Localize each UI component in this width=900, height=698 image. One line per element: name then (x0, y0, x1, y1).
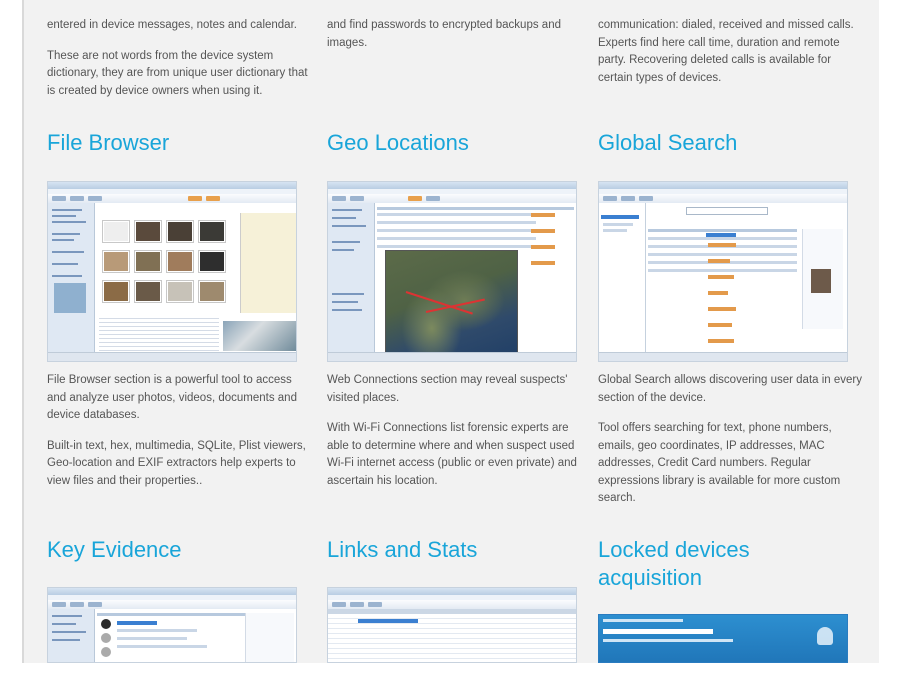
links-and-stats-screenshot[interactable] (327, 587, 577, 663)
global-search-description: Global Search allows discovering user da… (598, 372, 864, 508)
global-search-screenshot[interactable] (598, 181, 848, 362)
heading-key-evidence[interactable]: Key Evidence (47, 536, 182, 564)
geo-locations-description: Web Connections section may reveal suspe… (327, 372, 585, 490)
global-search-paragraph-1: Global Search allows discovering user da… (598, 374, 862, 404)
top-text-col2: and find passwords to encrypted backups … (327, 17, 585, 52)
left-divider (22, 0, 24, 663)
heading-geo-locations[interactable]: Geo Locations (327, 129, 469, 157)
heading-links-and-stats[interactable]: Links and Stats (327, 536, 477, 564)
file-browser-screenshot[interactable] (47, 181, 297, 362)
geo-locations-screenshot[interactable] (327, 181, 577, 362)
top-text-col3: communication: dialed, received and miss… (598, 17, 864, 87)
file-browser-description: File Browser section is a powerful tool … (47, 372, 309, 490)
top-col2-paragraph: and find passwords to encrypted backups … (327, 19, 561, 49)
geo-locations-paragraph-2: With Wi-Fi Connections list forensic exp… (327, 422, 577, 487)
file-browser-paragraph-2: Built-in text, hex, multimedia, SQLite, … (47, 439, 306, 487)
top-col1-paragraph: These are not words from the device syst… (47, 49, 308, 97)
top-col3-paragraph: communication: dialed, received and miss… (598, 19, 854, 84)
global-search-paragraph-2: Tool offers searching for text, phone nu… (598, 422, 841, 504)
locked-devices-screenshot[interactable] (598, 614, 848, 663)
top-col1-line: entered in device messages, notes and ca… (47, 19, 297, 31)
geo-locations-paragraph-1: Web Connections section may reveal suspe… (327, 374, 568, 404)
heading-global-search[interactable]: Global Search (598, 129, 737, 157)
key-evidence-screenshot[interactable] (47, 587, 297, 663)
heading-file-browser[interactable]: File Browser (47, 129, 169, 157)
top-text-col1: entered in device messages, notes and ca… (47, 17, 309, 100)
heading-locked-devices-acquisition[interactable]: Locked devices acquisition (598, 536, 798, 592)
file-browser-paragraph-1: File Browser section is a powerful tool … (47, 374, 297, 421)
